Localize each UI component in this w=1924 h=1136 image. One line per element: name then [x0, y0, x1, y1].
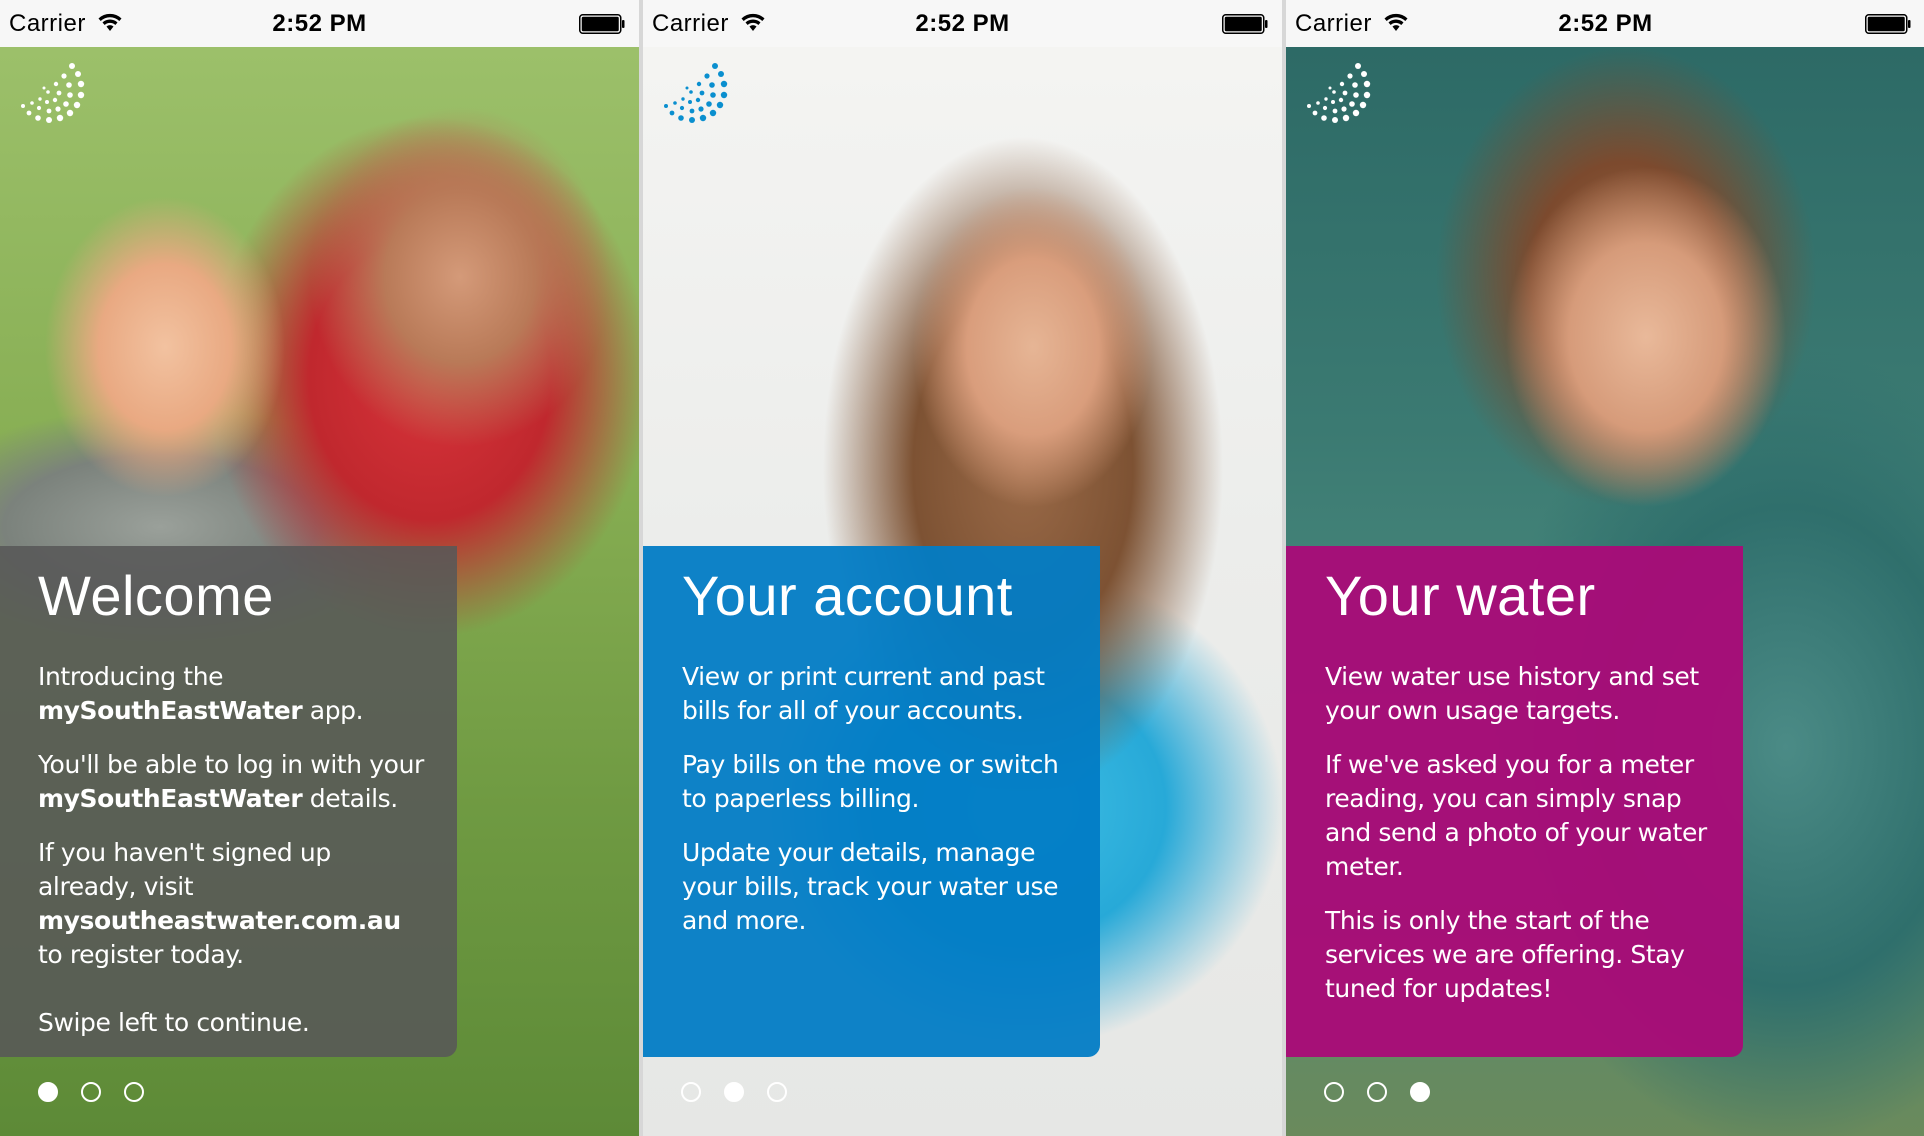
water-card: Your water View water use history and se… — [1286, 546, 1743, 1057]
card-title: Your water — [1325, 564, 1596, 627]
page-indicator[interactable] — [38, 1082, 167, 1106]
welcome-card: Welcome Introducing the mySouthEastWater… — [0, 546, 457, 1057]
battery-icon — [1865, 14, 1911, 34]
south-east-water-logo-icon — [664, 63, 728, 123]
page-dot-3[interactable] — [124, 1082, 144, 1102]
card-paragraph: You'll be able to log in with your mySou… — [38, 748, 429, 816]
card-paragraph: Pay bills on the move or switch to paper… — [682, 750, 1059, 813]
app-name-text: mySouthEastWater — [38, 696, 303, 725]
card-paragraph: Introducing the mySouthEastWater app. — [38, 660, 429, 728]
status-time: 2:52 PM — [1558, 10, 1653, 37]
account-card: Your account View or print current and p… — [643, 546, 1100, 1057]
south-east-water-logo-icon — [1307, 63, 1371, 123]
card-paragraph: If you haven't signed up already, visit … — [38, 836, 429, 972]
paragraph-text: If you haven't signed up already, visit — [38, 838, 331, 901]
page-indicator[interactable] — [1324, 1082, 1453, 1106]
page-dot-2-active[interactable] — [724, 1082, 744, 1102]
card-paragraph: View water use history and set your own … — [1325, 662, 1699, 725]
paragraph-text: Introducing the — [38, 662, 224, 691]
page-dot-1[interactable] — [1324, 1082, 1344, 1102]
status-bar: Carrier 2:52 PM — [1286, 0, 1924, 47]
card-paragraph: Update your details, manage your bills, … — [682, 838, 1059, 935]
battery-icon — [579, 14, 625, 34]
page-dot-2[interactable] — [81, 1082, 101, 1102]
paragraph-text: app. — [302, 696, 364, 725]
onboarding-screen-account[interactable]: Carrier 2:52 PM Your account View or pri… — [643, 0, 1282, 1136]
stage: Carrier 2:52 PM Welcome Introducing the … — [0, 0, 1924, 1136]
paragraph-text: to register today. — [38, 940, 244, 969]
onboarding-screen-welcome[interactable]: Carrier 2:52 PM Welcome Introducing the … — [0, 0, 639, 1136]
card-paragraph: If we've asked you for a meter reading, … — [1325, 750, 1707, 881]
website-link[interactable]: mysoutheastwater.com.au — [38, 906, 401, 935]
paragraph-text: You'll be able to log in with your — [38, 750, 424, 779]
status-time: 2:52 PM — [915, 10, 1010, 37]
onboarding-screen-water[interactable]: Carrier 2:52 PM Your water View water us… — [1286, 0, 1924, 1136]
card-title: Your account — [682, 564, 1013, 627]
paragraph-text: details. — [302, 784, 398, 813]
south-east-water-logo-icon — [21, 63, 85, 123]
swipe-hint: Swipe left to continue. — [38, 1008, 310, 1037]
page-dot-1[interactable] — [681, 1082, 701, 1102]
card-paragraph: View or print current and past bills for… — [682, 662, 1045, 725]
card-title: Welcome — [38, 564, 274, 627]
page-dot-2[interactable] — [1367, 1082, 1387, 1102]
page-dot-1-active[interactable] — [38, 1082, 58, 1102]
page-indicator[interactable] — [681, 1082, 810, 1106]
card-paragraph: This is only the start of the services w… — [1325, 906, 1685, 1003]
page-dot-3[interactable] — [767, 1082, 787, 1102]
status-time: 2:52 PM — [272, 10, 367, 37]
app-name-text: mySouthEastWater — [38, 784, 303, 813]
status-bar: Carrier 2:52 PM — [0, 0, 639, 47]
battery-icon — [1222, 14, 1268, 34]
page-dot-3-active[interactable] — [1410, 1082, 1430, 1102]
status-bar: Carrier 2:52 PM — [643, 0, 1282, 47]
